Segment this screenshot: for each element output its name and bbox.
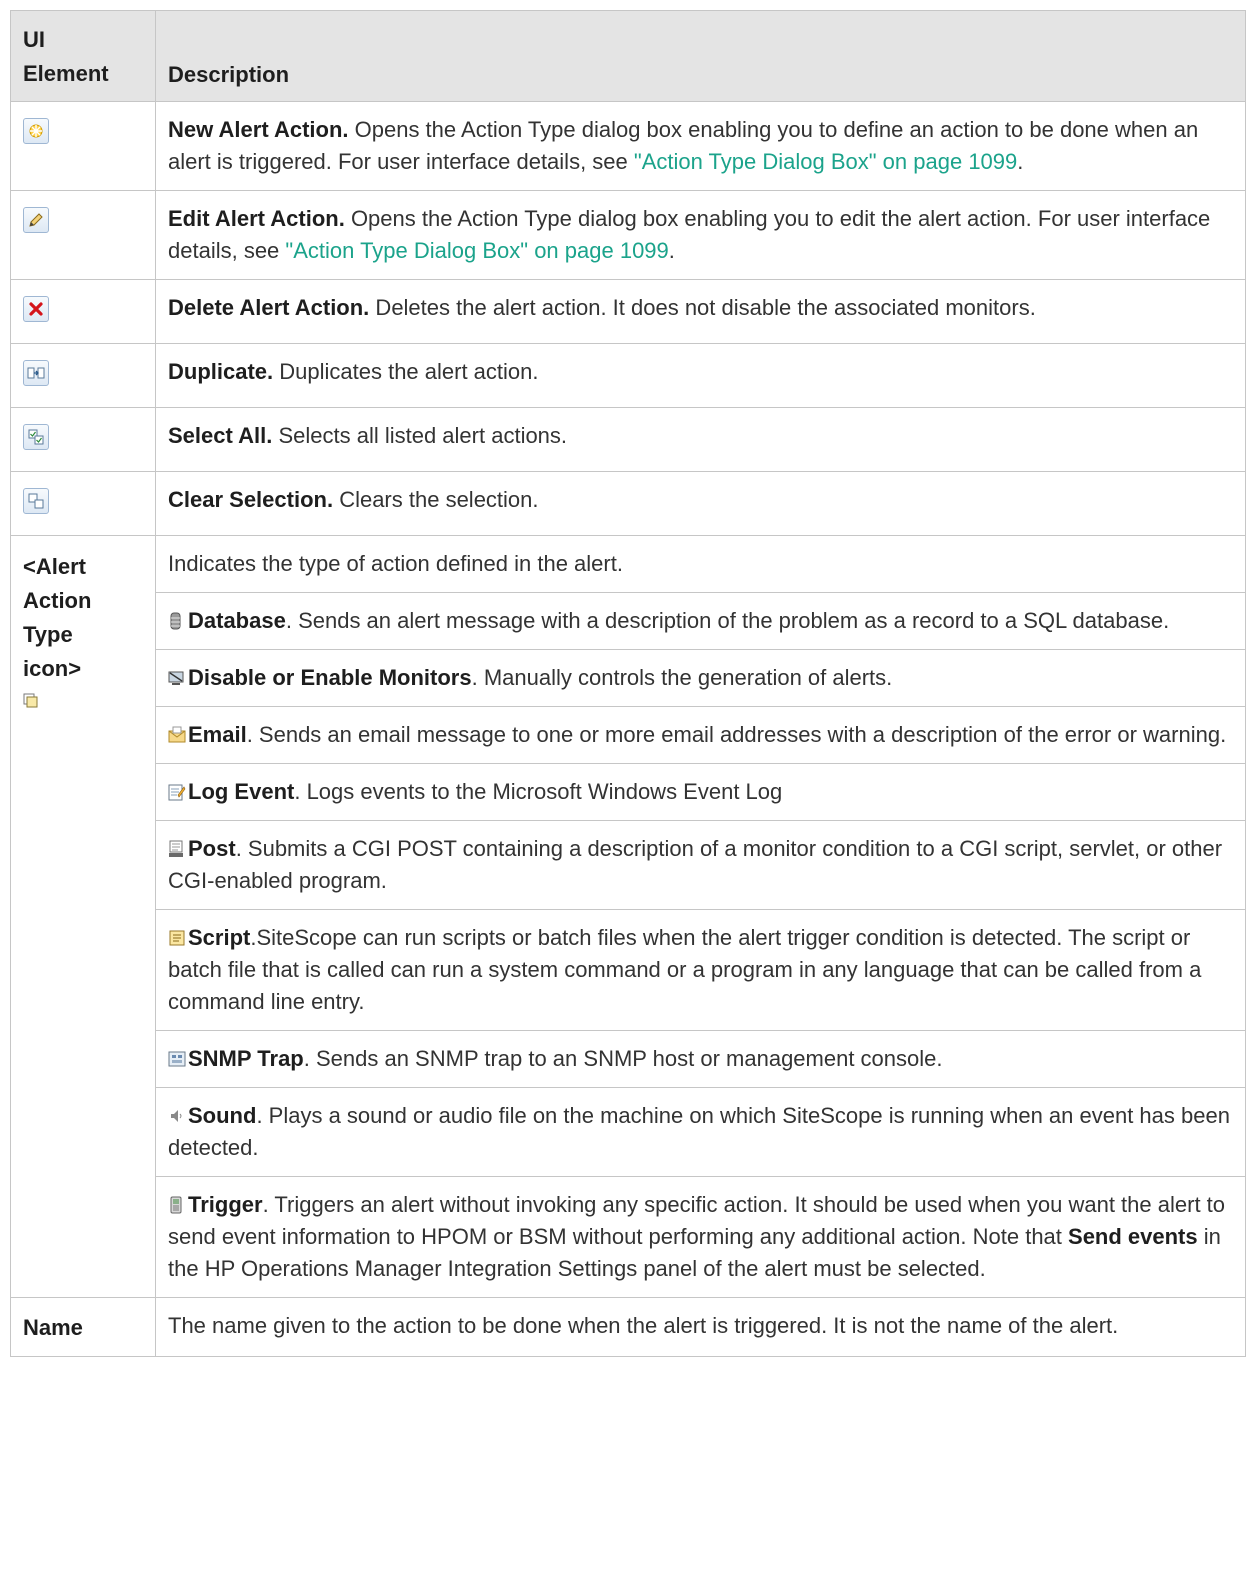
action-type-dialog-link[interactable]: "Action Type Dialog Box" on page 1099 xyxy=(634,149,1017,174)
select-all-icon xyxy=(28,429,44,445)
header-description: Description xyxy=(155,10,1246,102)
table-row: Select All. Selects all listed alert act… xyxy=(10,407,1246,472)
disable-enable-monitors-icon xyxy=(168,671,184,685)
table-header-row: UI Element Description xyxy=(10,10,1246,102)
table-row: Email. Sends an email message to one or … xyxy=(11,706,1246,764)
table-row: Edit Alert Action. Opens the Action Type… xyxy=(10,190,1246,280)
delete-alert-action-icon xyxy=(29,302,43,316)
ui-element-table: UI Element Description New Alert Action. … xyxy=(10,10,1246,1357)
description-cell: The name given to the action to be done … xyxy=(155,1297,1246,1357)
description-cell: Script.SiteScope can run scripts or batc… xyxy=(155,909,1246,1031)
description-cell: New Alert Action. Opens the Action Type … xyxy=(155,101,1246,191)
duplicate-icon xyxy=(27,367,45,379)
description-cell: Edit Alert Action. Opens the Action Type… xyxy=(155,190,1246,280)
new-alert-action-button[interactable] xyxy=(23,118,49,144)
name-label-cell: Name xyxy=(10,1297,156,1357)
table-row: Script.SiteScope can run scripts or batc… xyxy=(11,909,1246,1031)
description-cell: Delete Alert Action. Deletes the alert a… xyxy=(155,279,1246,344)
alert-action-type-label-cell: <Alert Action Type icon> xyxy=(10,535,156,1298)
table-row: SNMP Trap. Sends an SNMP trap to an SNMP… xyxy=(11,1030,1246,1088)
table-row: Database. Sends an alert message with a … xyxy=(11,592,1246,650)
new-alert-action-icon xyxy=(29,124,43,138)
description-cell: Clear Selection. Clears the selection. xyxy=(155,471,1246,536)
table-row: <Alert Action Type icon> Indicates the t… xyxy=(10,535,1246,1298)
table-row: Log Event. Logs events to the Microsoft … xyxy=(11,763,1246,821)
description-cell: Email. Sends an email message to one or … xyxy=(155,706,1246,764)
duplicate-button[interactable] xyxy=(23,360,49,386)
description-cell: Duplicate. Duplicates the alert action. xyxy=(155,343,1246,408)
email-icon xyxy=(168,726,186,743)
table-row: Disable or Enable Monitors. Manually con… xyxy=(11,649,1246,707)
description-cell: Trigger. Triggers an alert without invok… xyxy=(155,1176,1246,1298)
edit-alert-action-icon xyxy=(29,213,43,227)
description-cell: Sound. Plays a sound or audio file on th… xyxy=(155,1087,1246,1177)
sound-icon xyxy=(171,1110,182,1122)
trigger-icon xyxy=(170,1196,182,1214)
table-row: Duplicate. Duplicates the alert action. xyxy=(10,343,1246,408)
description-cell: Database. Sends an alert message with a … xyxy=(155,592,1246,650)
description-cell: Select All. Selects all listed alert act… xyxy=(155,407,1246,472)
delete-alert-action-button[interactable] xyxy=(23,296,49,322)
table-row: New Alert Action. Opens the Action Type … xyxy=(10,101,1246,191)
alert-action-type-icon xyxy=(23,693,38,708)
table-row: Clear Selection. Clears the selection. xyxy=(10,471,1246,536)
snmp-trap-icon xyxy=(168,1051,186,1067)
table-row: Post. Submits a CGI POST containing a de… xyxy=(11,820,1246,910)
table-row: Sound. Plays a sound or audio file on th… xyxy=(11,1087,1246,1177)
select-all-button[interactable] xyxy=(23,424,49,450)
post-icon xyxy=(169,840,183,857)
edit-alert-action-button[interactable] xyxy=(23,207,49,233)
table-row: Delete Alert Action. Deletes the alert a… xyxy=(10,279,1246,344)
header-ui-element: UI Element xyxy=(10,10,156,102)
action-type-dialog-link[interactable]: "Action Type Dialog Box" on page 1099 xyxy=(285,238,668,263)
description-cell: Log Event. Logs events to the Microsoft … xyxy=(155,763,1246,821)
description-cell: SNMP Trap. Sends an SNMP trap to an SNMP… xyxy=(155,1030,1246,1088)
description-cell: Disable or Enable Monitors. Manually con… xyxy=(155,649,1246,707)
script-icon xyxy=(169,930,185,946)
description-cell: Post. Submits a CGI POST containing a de… xyxy=(155,820,1246,910)
clear-selection-button[interactable] xyxy=(23,488,49,514)
database-icon xyxy=(170,612,181,630)
log-event-icon xyxy=(168,784,186,801)
action-type-intro: Indicates the type of action defined in … xyxy=(155,535,1246,593)
ui-element-table-wrapper: UI Element Description New Alert Action. … xyxy=(10,10,1246,1357)
table-row: Trigger. Triggers an alert without invok… xyxy=(11,1176,1246,1298)
clear-selection-icon xyxy=(28,493,44,509)
table-row: Name The name given to the action to be … xyxy=(10,1297,1246,1357)
